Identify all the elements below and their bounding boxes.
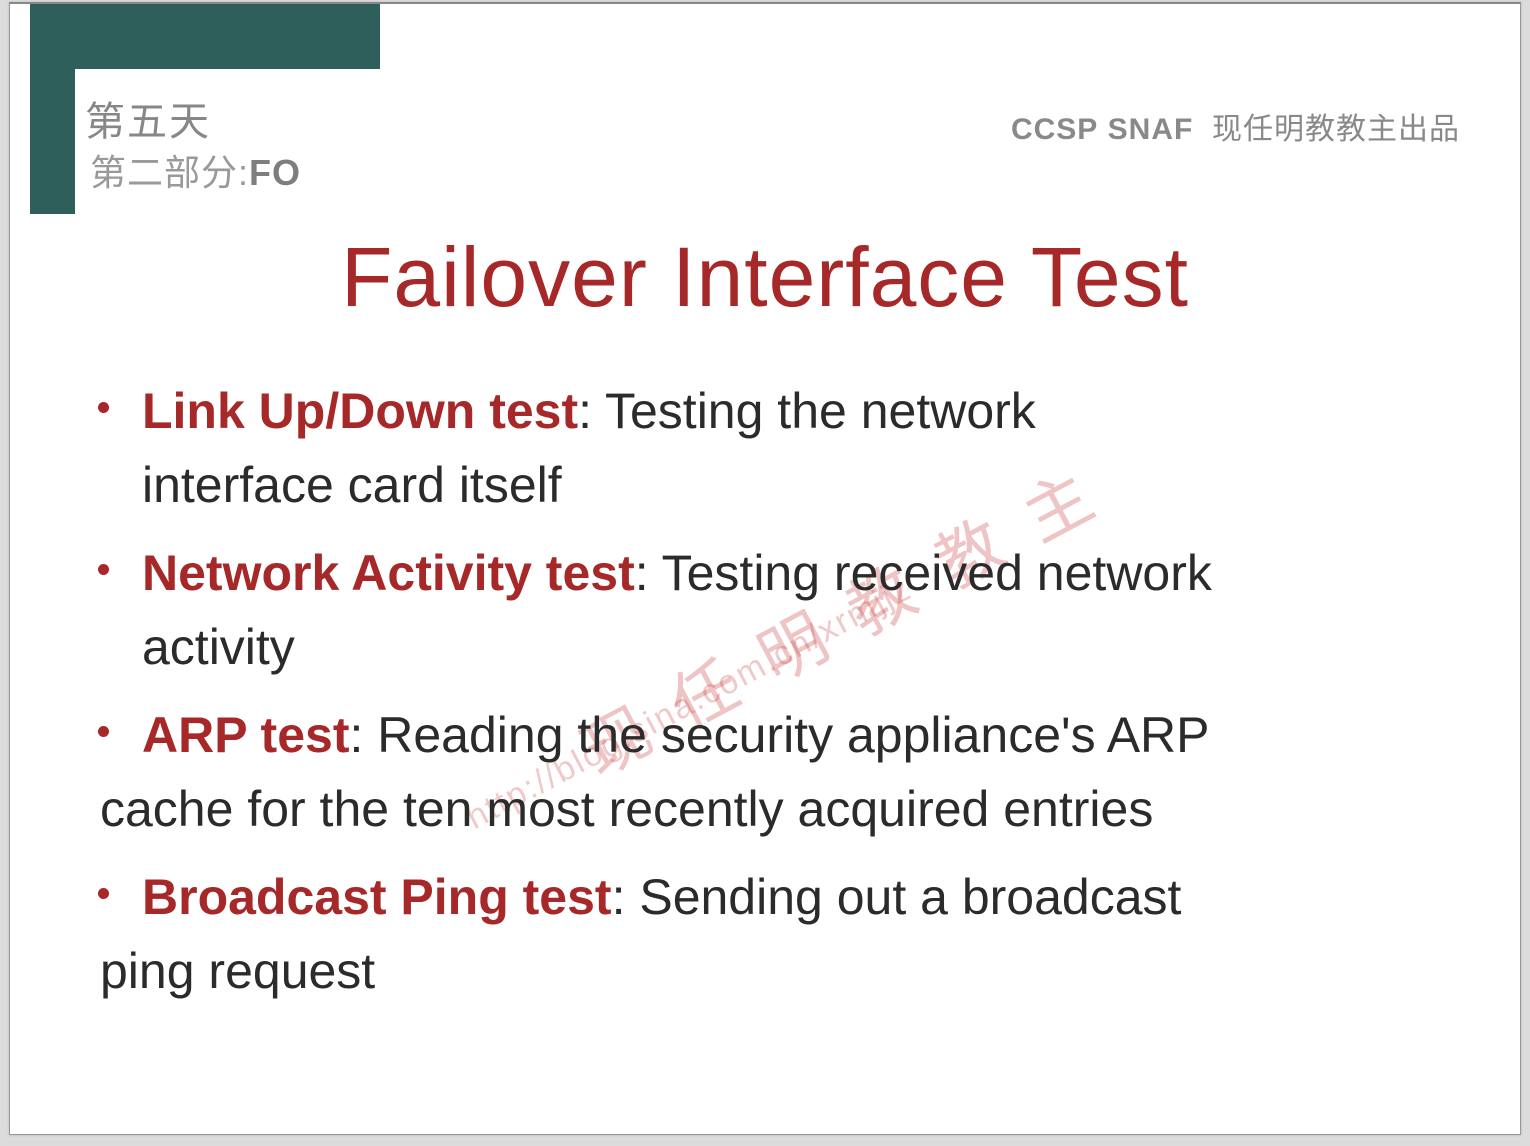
slide-title: Failover Interface Test — [10, 229, 1520, 326]
bullet-bold: ARP test — [142, 707, 349, 763]
brand-ccsp: CCSP — [1011, 113, 1098, 146]
bullet-icon — [98, 726, 109, 737]
slide: 第五天 第二部分:FO CCSP SNAF 现任明教教主出品 Failover … — [9, 2, 1521, 1135]
brand-snaf: SNAF — [1108, 113, 1194, 146]
slide-container: 第五天 第二部分:FO CCSP SNAF 现任明教教主出品 Failover … — [0, 0, 1530, 1146]
bullet-cont: activity — [142, 619, 295, 675]
list-item: Network Activity test: Testing received … — [100, 536, 1460, 684]
accent-bar-top — [30, 4, 380, 69]
bullet-rest: : Reading the security appliance's ARP — [349, 707, 1209, 763]
bullet-icon — [98, 402, 109, 413]
section-prefix: 第二部分: — [90, 152, 249, 193]
bullet-rest: : Testing received network — [635, 545, 1212, 601]
bullet-rest: : Testing the network — [578, 383, 1036, 439]
bullet-rest: : Sending out a broadcast — [612, 869, 1182, 925]
day-label: 第五天 — [85, 89, 211, 147]
section-code: FO — [249, 152, 301, 193]
bullet-bold: Link Up/Down test — [142, 383, 578, 439]
bullet-bold: Broadcast Ping test — [142, 869, 612, 925]
brand-text: CCSP SNAF 现任明教教主出品 — [1011, 104, 1460, 148]
brand-suffix: 现任明教教主出品 — [1212, 113, 1460, 146]
accent-bar-side — [30, 69, 75, 214]
bullet-hang: ping request — [100, 934, 1460, 1008]
content-area: Link Up/Down test: Testing the network i… — [100, 374, 1460, 1022]
bullet-bold: Network Activity test — [142, 545, 635, 601]
list-item: ARP test: Reading the security appliance… — [100, 698, 1460, 846]
list-item: Broadcast Ping test: Sending out a broad… — [100, 860, 1460, 1008]
bullet-icon — [98, 564, 109, 575]
list-item: Link Up/Down test: Testing the network i… — [100, 374, 1460, 522]
section-label: 第二部分:FO — [90, 144, 301, 196]
bullet-cont: interface card itself — [142, 457, 562, 513]
bullet-icon — [98, 888, 109, 899]
bullet-hang: cache for the ten most recently acquired… — [100, 772, 1460, 846]
